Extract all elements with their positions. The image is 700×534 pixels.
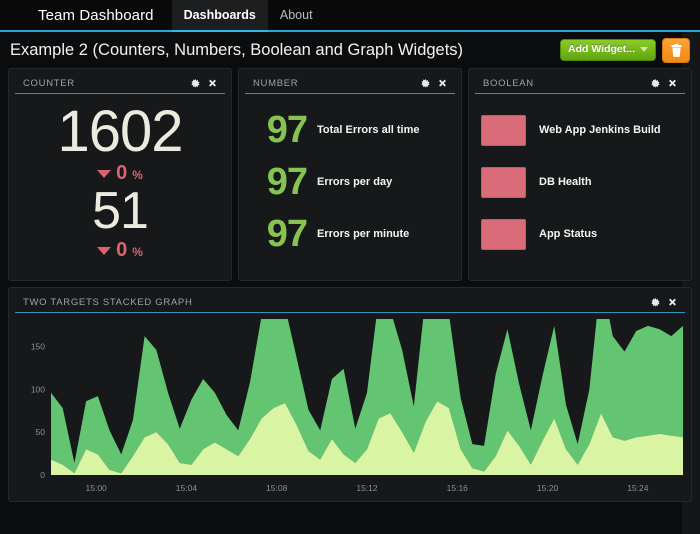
navbar: Team Dashboard Dashboards About [0, 0, 700, 32]
close-icon[interactable] [668, 79, 677, 88]
svg-text:0: 0 [40, 470, 45, 480]
title-row: Example 2 (Counters, Numbers, Boolean an… [8, 32, 692, 68]
gear-icon[interactable] [191, 79, 200, 88]
widget-boolean-body: Web App Jenkins Build DB Health App Stat… [469, 94, 691, 280]
status-badge [481, 167, 526, 198]
delete-dashboard-button[interactable] [662, 38, 690, 63]
page-body: Example 2 (Counters, Numbers, Boolean an… [0, 32, 700, 534]
widget-counter: COUNTER 1602 [8, 68, 232, 281]
boolean-label: Web App Jenkins Build [539, 124, 661, 136]
widget-number: NUMBER 97 Total Errors all time [238, 68, 462, 281]
widget-counter-icons [191, 79, 217, 88]
counter-delta-percent: % [132, 245, 143, 259]
arrow-down-icon [97, 247, 111, 255]
counter-delta: 0 % [21, 239, 219, 262]
widget-boolean-title: BOOLEAN [483, 78, 651, 89]
widget-graph-icons [651, 298, 677, 307]
add-widget-label: Add Widget... [568, 44, 635, 55]
close-icon[interactable] [208, 79, 217, 88]
number-value: 97 [251, 215, 307, 253]
chevron-down-icon [640, 47, 648, 52]
add-widget-button[interactable]: Add Widget... [560, 39, 656, 61]
title-actions: Add Widget... [560, 38, 690, 63]
counter-item: 51 0 % [21, 187, 219, 262]
number-item: 97 Errors per minute [251, 208, 449, 260]
nav-tabs: Dashboards About [172, 0, 325, 30]
page-content: Example 2 (Counters, Numbers, Boolean an… [0, 32, 700, 502]
stacked-area-chart[interactable]: 0 50 100 150 15:00 15:04 15:08 15:12 15:16 15:20 1… [17, 319, 683, 497]
widget-number-body: 97 Total Errors all time 97 Errors per d… [239, 94, 461, 280]
status-badge [481, 115, 526, 146]
arrow-down-icon [97, 170, 111, 178]
svg-text:15:20: 15:20 [537, 483, 559, 493]
gear-icon[interactable] [651, 79, 660, 88]
widget-number-title: NUMBER [253, 78, 421, 89]
number-value: 97 [251, 163, 307, 201]
boolean-item: Web App Jenkins Build [481, 104, 679, 156]
boolean-item: App Status [481, 208, 679, 260]
widget-counter-title: COUNTER [23, 78, 191, 89]
close-icon[interactable] [438, 79, 447, 88]
number-item: 97 Errors per day [251, 156, 449, 208]
status-badge [481, 219, 526, 250]
widget-counter-body: 1602 0 % 51 0 % [9, 94, 231, 280]
number-item: 97 Total Errors all time [251, 104, 449, 156]
widget-graph: TWO TARGETS STACKED GRAPH 0 50 100 150 15:00… [8, 287, 692, 502]
widget-boolean: BOOLEAN Web App Jenkins Build [468, 68, 692, 281]
svg-text:15:12: 15:12 [356, 483, 378, 493]
close-icon[interactable] [668, 298, 677, 307]
widget-graph-title: TWO TARGETS STACKED GRAPH [23, 297, 651, 308]
trash-icon [671, 44, 682, 57]
svg-text:15:00: 15:00 [86, 483, 108, 493]
gear-icon[interactable] [651, 298, 660, 307]
widget-boolean-icons [651, 79, 677, 88]
svg-text:15:24: 15:24 [627, 483, 649, 493]
svg-text:150: 150 [31, 341, 45, 351]
counter-delta-value: 0 [116, 239, 127, 262]
number-label: Total Errors all time [317, 124, 420, 136]
widget-row-bottom: TWO TARGETS STACKED GRAPH 0 50 100 150 15:00… [8, 287, 692, 502]
number-value: 97 [251, 111, 307, 149]
svg-text:50: 50 [36, 427, 46, 437]
nav-tab-dashboards[interactable]: Dashboards [172, 0, 268, 30]
widget-counter-header: COUNTER [15, 73, 225, 94]
widget-row-top: COUNTER 1602 [8, 68, 692, 281]
widget-boolean-header: BOOLEAN [475, 73, 685, 94]
app-brand[interactable]: Team Dashboard [0, 0, 172, 30]
svg-text:15:08: 15:08 [266, 483, 288, 493]
number-label: Errors per minute [317, 228, 409, 240]
page-title: Example 2 (Counters, Numbers, Boolean an… [10, 41, 560, 60]
gear-icon[interactable] [421, 79, 430, 88]
counter-delta-percent: % [132, 168, 143, 182]
counter-value: 51 [21, 187, 219, 236]
boolean-label: App Status [539, 228, 597, 240]
svg-text:15:16: 15:16 [447, 483, 469, 493]
counter-item: 1602 0 % [21, 104, 219, 185]
nav-tab-about[interactable]: About [268, 0, 325, 30]
widget-graph-body: 0 50 100 150 15:00 15:04 15:08 15:12 15:16 15:20 1… [9, 313, 691, 501]
svg-text:15:04: 15:04 [176, 483, 198, 493]
counter-value: 1602 [21, 104, 219, 159]
svg-text:100: 100 [31, 384, 45, 394]
chart-canvas: 0 50 100 150 15:00 15:04 15:08 15:12 15:16 15:20 1… [17, 319, 685, 497]
boolean-item: DB Health [481, 156, 679, 208]
number-label: Errors per day [317, 176, 392, 188]
widget-number-icons [421, 79, 447, 88]
widget-graph-header: TWO TARGETS STACKED GRAPH [15, 292, 685, 313]
boolean-label: DB Health [539, 176, 592, 188]
widget-number-header: NUMBER [245, 73, 455, 94]
